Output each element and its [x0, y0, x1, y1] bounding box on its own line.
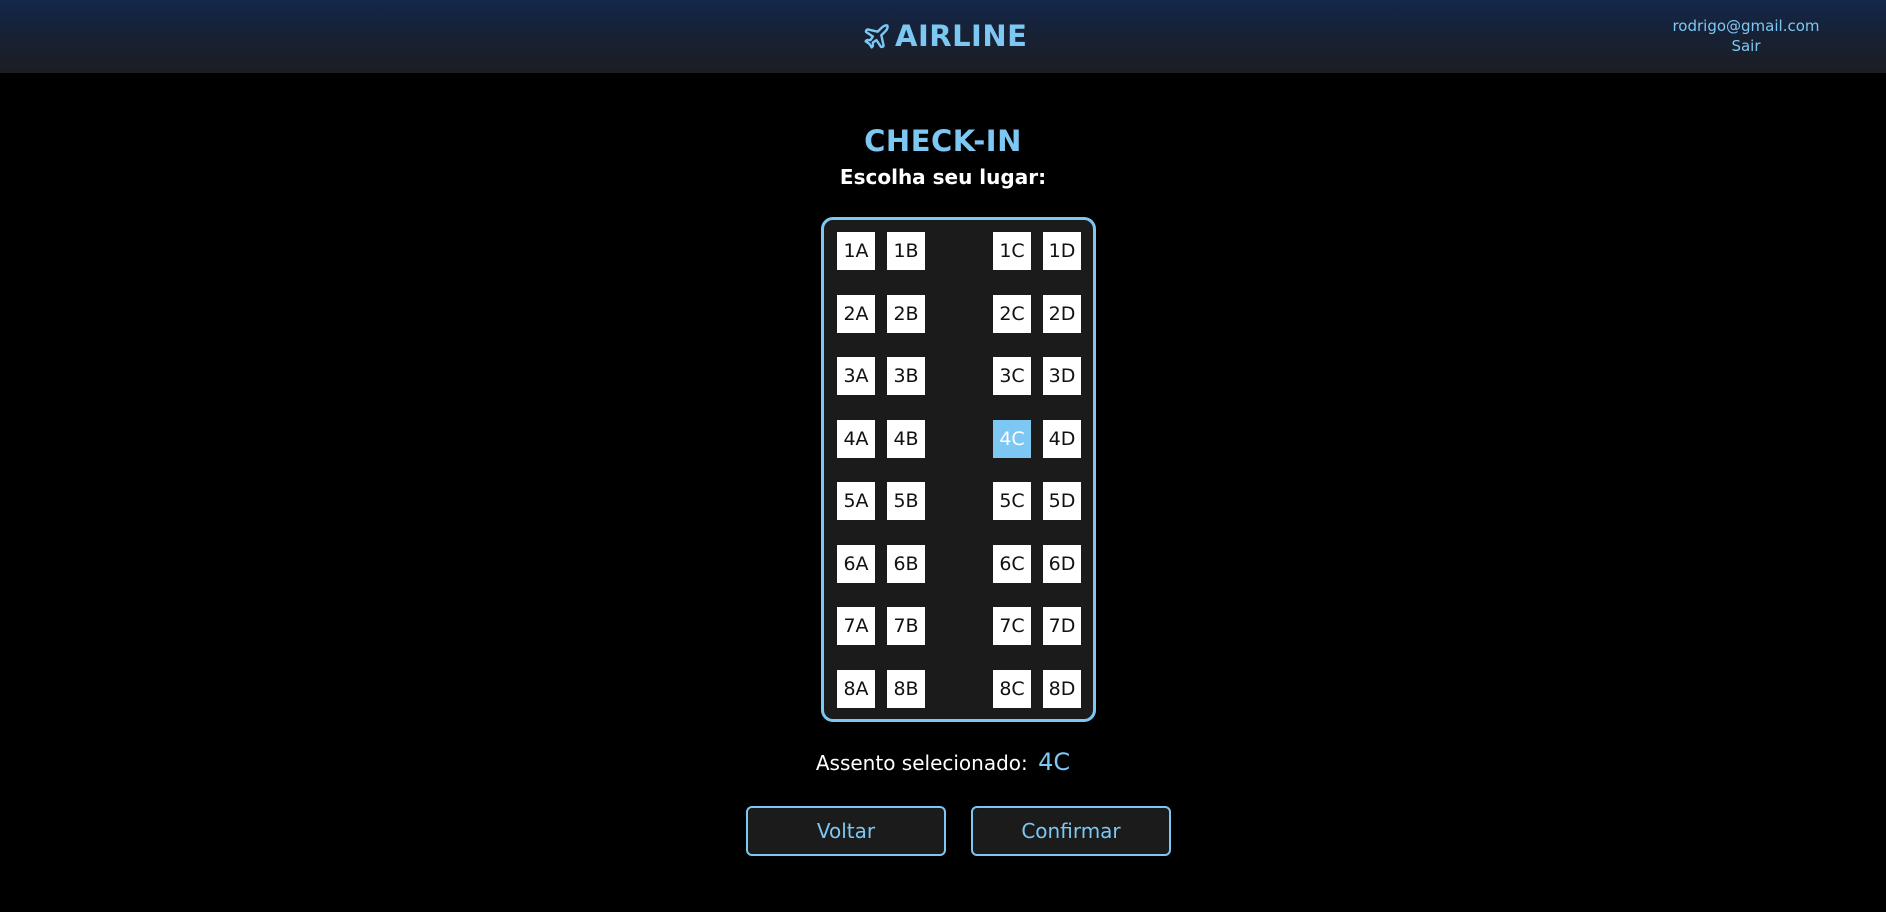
seat-8a[interactable]: 8A [837, 670, 875, 708]
airplane-icon [862, 22, 891, 51]
seat-4d[interactable]: 4D [1043, 420, 1081, 458]
seat-7a[interactable]: 7A [837, 607, 875, 645]
seat-1b[interactable]: 1B [887, 232, 925, 270]
back-button[interactable]: Voltar [746, 806, 946, 856]
page-subtitle: Escolha seu lugar: [839, 165, 1047, 189]
seat-7c[interactable]: 7C [993, 607, 1031, 645]
seat-8d[interactable]: 8D [1043, 670, 1081, 708]
seat-6b[interactable]: 6B [887, 545, 925, 583]
selected-seat-label: Assento selecionado: [815, 751, 1028, 775]
logout-link[interactable]: Sair [1646, 36, 1846, 56]
top-bar: AIRLINE rodrigo@gmail.com Sair [0, 0, 1886, 73]
selected-seat-info: Assento selecionado: 4C [0, 748, 1886, 776]
seat-1a[interactable]: 1A [837, 232, 875, 270]
seat-5a[interactable]: 5A [837, 482, 875, 520]
seat-map: 1A 1B 1C 1D 2A 2B 2C 2D 3A 3B 3C 3D 4A 4B 4C 4D 5A 5B 5C 5D… [821, 217, 1096, 722]
seat-6d[interactable]: 6D [1043, 545, 1081, 583]
seat-2a[interactable]: 2A [837, 295, 875, 333]
seat-5d[interactable]: 5D [1043, 482, 1081, 520]
seat-3d[interactable]: 3D [1043, 357, 1081, 395]
seat-1c[interactable]: 1C [993, 232, 1031, 270]
confirm-button[interactable]: Confirmar [971, 806, 1171, 856]
seat-8b[interactable]: 8B [887, 670, 925, 708]
seat-2d[interactable]: 2D [1043, 295, 1081, 333]
seat-6c[interactable]: 6C [993, 545, 1031, 583]
seat-7d[interactable]: 7D [1043, 607, 1081, 645]
brand-logo: AIRLINE [862, 16, 1027, 56]
seat-7b[interactable]: 7B [887, 607, 925, 645]
page-title: CHECK-IN [864, 124, 1022, 158]
user-email: rodrigo@gmail.com [1672, 17, 1820, 35]
seat-5c[interactable]: 5C [993, 482, 1031, 520]
seat-4a[interactable]: 4A [837, 420, 875, 458]
seat-4b[interactable]: 4B [887, 420, 925, 458]
seat-4c[interactable]: 4C [993, 420, 1031, 458]
seat-6a[interactable]: 6A [837, 545, 875, 583]
seat-2c[interactable]: 2C [993, 295, 1031, 333]
seat-5b[interactable]: 5B [887, 482, 925, 520]
seat-3b[interactable]: 3B [887, 357, 925, 395]
brand-name: AIRLINE [895, 19, 1028, 53]
seat-2b[interactable]: 2B [887, 295, 925, 333]
seat-1d[interactable]: 1D [1043, 232, 1081, 270]
seat-3a[interactable]: 3A [837, 357, 875, 395]
selected-seat-value: 4C [1038, 748, 1071, 776]
seat-3c[interactable]: 3C [993, 357, 1031, 395]
seat-8c[interactable]: 8C [993, 670, 1031, 708]
user-menu: rodrigo@gmail.com Sair [1646, 16, 1846, 56]
